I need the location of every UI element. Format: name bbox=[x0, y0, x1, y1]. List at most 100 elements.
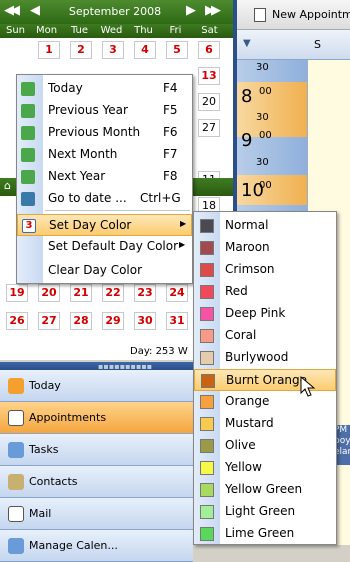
color-option-label: Crimson bbox=[225, 262, 275, 276]
menu-item-go-to-date[interactable]: Go to date ... Ctrl+G bbox=[17, 188, 192, 210]
color-option-red[interactable]: Red bbox=[194, 281, 336, 303]
calendar-day[interactable]: 23 bbox=[134, 284, 156, 302]
time-half-label: 30 bbox=[256, 157, 269, 168]
weekday-label: Fri bbox=[169, 25, 182, 36]
color-option-yellow-green[interactable]: Yellow Green bbox=[194, 479, 336, 501]
color-option-yellow[interactable]: Yellow bbox=[194, 457, 336, 479]
color-swatch-icon bbox=[200, 461, 214, 475]
color-swatch-icon bbox=[201, 374, 215, 388]
previous-month-icon[interactable]: ◀ bbox=[30, 3, 40, 18]
calendar-day[interactable]: 3 bbox=[102, 41, 124, 59]
nav-manage-calendars[interactable]: Manage Calen... bbox=[0, 530, 193, 562]
menu-item-label: Previous Month bbox=[48, 125, 141, 139]
color-option-lime-green[interactable]: Lime Green bbox=[194, 523, 336, 545]
color-option-normal[interactable]: Normal bbox=[194, 215, 336, 237]
color-option-label: Orange bbox=[225, 394, 270, 408]
weekday-label: Wed bbox=[100, 25, 123, 36]
tasks-icon bbox=[8, 442, 24, 458]
menu-item-set-day-color[interactable]: 3 Set Day Color ▶ bbox=[17, 214, 192, 236]
calendar-day[interactable]: 27 bbox=[38, 312, 60, 330]
calendar-day[interactable]: 5 bbox=[166, 41, 188, 59]
next-year-icon[interactable]: ▶▶ bbox=[205, 3, 221, 18]
menu-item-previous-month[interactable]: Previous Month F6 bbox=[17, 122, 192, 144]
color-option-coral[interactable]: Coral bbox=[194, 325, 336, 347]
color-option-label: Red bbox=[225, 284, 248, 298]
color-option-mustard[interactable]: Mustard bbox=[194, 413, 336, 435]
color-option-label: Mustard bbox=[225, 416, 274, 430]
nav-mail[interactable]: Mail bbox=[0, 498, 193, 530]
calendar-day[interactable]: 29 bbox=[102, 312, 124, 330]
color-swatch-icon bbox=[200, 395, 214, 409]
calendar-header: ◀◀ ◀ September 2008 ▶ ▶▶ bbox=[0, 0, 233, 24]
color-option-deep-pink[interactable]: Deep Pink bbox=[194, 303, 336, 325]
menu-item-next-year[interactable]: Next Year F8 bbox=[17, 166, 192, 188]
menu-item-label: Go to date ... bbox=[48, 191, 127, 205]
next-month-icon bbox=[21, 148, 35, 162]
menu-separator bbox=[45, 210, 190, 211]
weekday-label: Tue bbox=[70, 25, 89, 36]
color-option-label: Maroon bbox=[225, 240, 270, 254]
color-badge-icon: 3 bbox=[22, 219, 36, 233]
menu-shortcut: F4 bbox=[163, 81, 178, 95]
color-option-burlywood[interactable]: Burlywood bbox=[194, 347, 336, 369]
previous-year-icon bbox=[21, 104, 35, 118]
color-swatch-icon bbox=[200, 263, 214, 277]
color-swatch-icon bbox=[200, 527, 214, 541]
day-column-header: ▼ S bbox=[237, 30, 350, 60]
calendar-day[interactable]: 30 bbox=[134, 312, 156, 330]
calendar-day[interactable]: 20 bbox=[198, 93, 220, 111]
color-swatch-icon bbox=[200, 505, 214, 519]
color-option-crimson[interactable]: Crimson bbox=[194, 259, 336, 281]
nav-today[interactable]: Today bbox=[0, 370, 193, 402]
menu-item-label: Today bbox=[48, 81, 83, 95]
calendar-day[interactable]: 26 bbox=[6, 312, 28, 330]
calendar-day[interactable]: 6 bbox=[198, 41, 220, 59]
calendar-day[interactable]: 21 bbox=[70, 284, 92, 302]
menu-item-label: Set Day Color bbox=[49, 218, 132, 232]
color-option-maroon[interactable]: Maroon bbox=[194, 237, 336, 259]
color-swatch-icon bbox=[200, 351, 214, 365]
calendar-day[interactable]: 28 bbox=[70, 312, 92, 330]
menu-item-label: Next Year bbox=[48, 169, 106, 183]
nav-contacts[interactable]: Contacts bbox=[0, 466, 193, 498]
time-half-label: 30 bbox=[256, 112, 269, 123]
color-swatch-icon bbox=[200, 241, 214, 255]
menu-item-previous-year[interactable]: Previous Year F5 bbox=[17, 100, 192, 122]
menu-item-set-default-day-color[interactable]: Set Default Day Color ▶ bbox=[17, 236, 192, 258]
menu-item-today[interactable]: Today F4 bbox=[17, 78, 192, 100]
color-swatch-icon bbox=[200, 417, 214, 431]
calendar-day[interactable]: 19 bbox=[6, 284, 28, 302]
menu-item-next-month[interactable]: Next Month F7 bbox=[17, 144, 192, 166]
calendar-day[interactable]: 22 bbox=[102, 284, 124, 302]
calendar-day[interactable]: 27 bbox=[198, 119, 220, 137]
previous-month-icon bbox=[21, 126, 35, 140]
calendar-day[interactable]: 24 bbox=[166, 284, 188, 302]
home-icon[interactable]: ⌂ bbox=[4, 179, 11, 192]
calendar-day[interactable]: 2 bbox=[70, 41, 92, 59]
color-option-label: Burlywood bbox=[225, 350, 289, 364]
color-option-label: Coral bbox=[225, 328, 257, 342]
nav-tasks[interactable]: Tasks bbox=[0, 434, 193, 466]
menu-shortcut: F8 bbox=[163, 169, 178, 183]
weekday-label: Thu bbox=[134, 25, 153, 36]
calendar-day[interactable]: 1 bbox=[38, 41, 60, 59]
time-half-label: 30 bbox=[256, 62, 269, 73]
weekday-header: Sun Mon Tue Wed Thu Fri Sat bbox=[0, 24, 233, 38]
calendar-day[interactable]: 31 bbox=[166, 312, 188, 330]
calendar-day[interactable]: 13 bbox=[198, 67, 220, 85]
calendar-day[interactable]: 4 bbox=[134, 41, 156, 59]
calendar-day[interactable]: 20 bbox=[38, 284, 60, 302]
color-option-light-green[interactable]: Light Green bbox=[194, 501, 336, 523]
menu-item-label: Clear Day Color bbox=[48, 263, 143, 277]
previous-year-icon[interactable]: ◀◀ bbox=[4, 3, 20, 18]
nav-appointments[interactable]: Appointments bbox=[0, 402, 193, 434]
next-month-icon[interactable]: ▶ bbox=[186, 3, 196, 18]
weekday-label: Mon bbox=[35, 25, 58, 36]
chevron-down-icon[interactable]: ▼ bbox=[243, 38, 251, 49]
color-option-olive[interactable]: Olive bbox=[194, 435, 336, 457]
today-icon bbox=[21, 82, 35, 96]
color-option-label: Yellow bbox=[225, 460, 262, 474]
menu-shortcut: F6 bbox=[163, 125, 178, 139]
menu-item-clear-day-color[interactable]: Clear Day Color bbox=[17, 260, 192, 282]
new-appointment-button[interactable]: New Appointmen bbox=[272, 8, 350, 21]
